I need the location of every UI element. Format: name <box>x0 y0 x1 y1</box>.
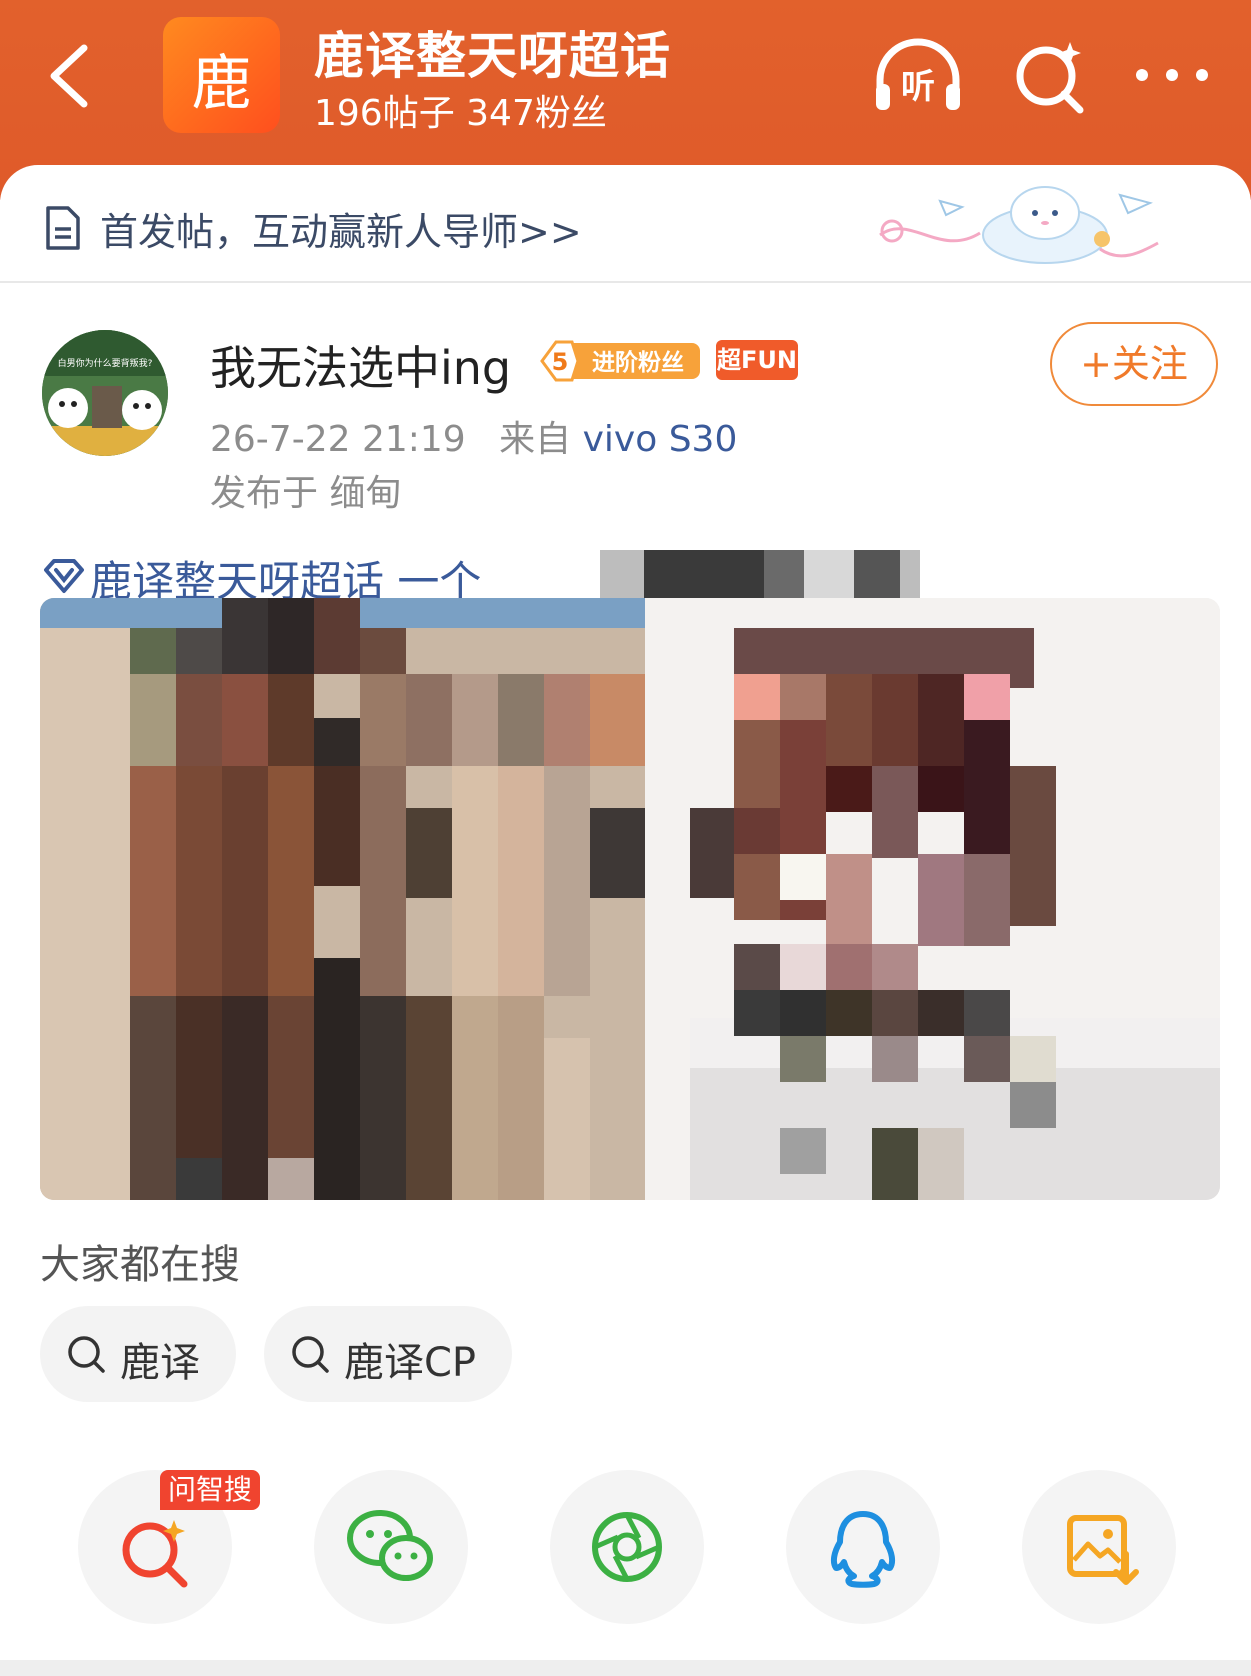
username[interactable]: 我无法选中ing <box>210 332 511 398</box>
chip-label: 鹿译CP <box>344 1340 477 1386</box>
topic-text[interactable]: 鹿译整天呀超话 一个 <box>90 548 481 604</box>
search-icon <box>68 1336 105 1373</box>
share-save-image-button[interactable] <box>1022 1470 1176 1624</box>
listen-headphone-icon[interactable]: 听 <box>872 36 964 116</box>
listen-label: 听 <box>901 67 935 107</box>
level-badge-label: 进阶粉丝 <box>592 349 684 376</box>
cloud-mascot-decoration <box>879 186 1159 264</box>
supertopic-title: 鹿译整天呀超话 <box>314 27 671 85</box>
diamond-icon <box>44 559 84 593</box>
bottom-divider <box>0 1660 1251 1676</box>
post-image[interactable] <box>40 598 1220 1200</box>
back-arrow-icon[interactable] <box>40 40 100 112</box>
hot-search-chip[interactable]: 鹿译CP <box>264 1306 512 1402</box>
save-image-icon <box>1067 1515 1139 1585</box>
supertopic-avatar-char: 鹿 <box>191 49 252 119</box>
hot-search-title: 大家都在搜 <box>40 1242 240 1288</box>
more-icon[interactable] <box>1132 62 1212 88</box>
chip-label: 鹿译 <box>120 1340 200 1386</box>
ai-search-badge: 问智搜 <box>160 1470 261 1510</box>
from-label: 来自 <box>499 419 572 460</box>
post-location: 发布于 缅甸 <box>210 473 402 514</box>
share-qq-button[interactable] <box>786 1470 940 1624</box>
topic-line[interactable]: 鹿译整天呀超话 一个 <box>40 548 920 604</box>
share-moments-button[interactable] <box>550 1470 704 1624</box>
level-fan-badge[interactable]: 5 进阶粉丝 <box>538 340 703 382</box>
supertopic-avatar[interactable]: 鹿 <box>163 17 280 133</box>
banner-text[interactable]: 首发帖，互动赢新人导师>> <box>100 201 582 256</box>
super-fun-badge[interactable]: 超FUN <box>716 340 798 380</box>
post-meta-time: 26-7-22 21:19 来自 vivo S30 <box>210 410 737 462</box>
search-icon[interactable] <box>1012 38 1088 114</box>
hot-search-chip[interactable]: 鹿译 <box>40 1306 236 1402</box>
post-time: 26-7-22 21:19 <box>210 419 466 460</box>
user-avatar[interactable]: 白男你为什么要背叛我? <box>42 330 168 456</box>
wechat-moments-icon <box>592 1512 662 1582</box>
device-name[interactable]: vivo S30 <box>583 419 738 460</box>
document-icon <box>46 206 80 250</box>
topic-redaction-mosaic <box>600 550 920 602</box>
level-number: 5 <box>552 348 569 376</box>
newcomer-banner[interactable]: 首发帖，互动赢新人导师>> <box>0 165 1251 283</box>
search-icon <box>292 1336 329 1373</box>
avatar-caption: 白男你为什么要背叛我? <box>58 357 153 369</box>
meme-avatar-image: 白男你为什么要背叛我? <box>42 330 168 456</box>
pixelated-photo <box>40 598 1220 1200</box>
qq-penguin-icon <box>830 1511 896 1588</box>
wechat-icon <box>347 1510 433 1581</box>
supertopic-stats: 196帖子 347粉丝 <box>314 93 607 134</box>
follow-button[interactable]: +关注 <box>1050 322 1218 406</box>
share-wechat-button[interactable] <box>314 1470 468 1624</box>
